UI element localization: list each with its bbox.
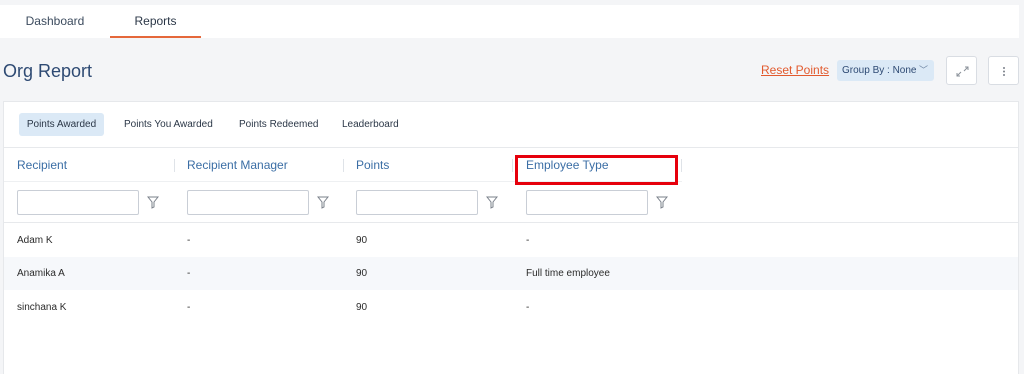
group-by-label: Group By : None: [842, 65, 917, 76]
more-options-button[interactable]: [988, 56, 1019, 85]
filter-icon[interactable]: [656, 196, 668, 209]
points-filter-input[interactable]: [356, 190, 478, 215]
expand-button[interactable]: [946, 56, 977, 85]
kebab-menu-icon: [1003, 67, 1005, 76]
subtab-leaderboard[interactable]: Leaderboard: [342, 113, 399, 136]
column-header-recipient[interactable]: Recipient: [17, 158, 67, 172]
column-divider: [174, 159, 175, 172]
filter-icon[interactable]: [486, 196, 498, 209]
filter-row-divider: [4, 222, 1018, 223]
top-navigation: Dashboard Reports: [0, 5, 1019, 38]
manager-cell: -: [187, 268, 191, 279]
employee-type-filter-input[interactable]: [526, 190, 648, 215]
highlight-box: [515, 155, 678, 185]
report-panel: Points Awarded Points You Awarded Points…: [3, 101, 1019, 374]
table-row[interactable]: Adam K - 90 -: [4, 224, 1018, 257]
recipient-cell: Adam K: [17, 235, 53, 246]
column-divider: [343, 159, 344, 172]
report-subtabs: Points Awarded Points You Awarded Points…: [4, 102, 1018, 148]
page-title: Org Report: [3, 61, 93, 81]
tab-reports[interactable]: Reports: [110, 5, 201, 38]
reset-points-link[interactable]: Reset Points: [761, 63, 829, 77]
recipient-manager-filter-input[interactable]: [187, 190, 309, 215]
points-cell: 90: [356, 235, 368, 246]
recipient-filter-input[interactable]: [17, 190, 139, 215]
employee-type-cell: Full time employee: [526, 268, 610, 279]
recipient-cell: Anamika A: [17, 268, 65, 279]
points-cell: 90: [356, 302, 368, 313]
column-divider: [681, 159, 682, 172]
table-row[interactable]: sinchana K - 90 -: [4, 291, 1018, 324]
column-header-recipient-manager[interactable]: Recipient Manager: [187, 158, 288, 172]
employee-type-cell: -: [526, 302, 530, 313]
column-divider: [512, 159, 513, 172]
table-row[interactable]: Anamika A - 90 Full time employee: [4, 257, 1018, 290]
manager-cell: -: [187, 235, 191, 246]
filter-icon[interactable]: [147, 196, 159, 209]
tab-dashboard[interactable]: Dashboard: [4, 5, 106, 38]
subtab-points-you-awarded[interactable]: Points You Awarded: [124, 113, 213, 136]
filter-icon[interactable]: [317, 196, 329, 209]
manager-cell: -: [187, 302, 191, 313]
subtab-points-awarded[interactable]: Points Awarded: [19, 113, 104, 136]
group-by-dropdown[interactable]: Group By : None ﹀: [837, 60, 934, 81]
column-header-points[interactable]: Points: [356, 158, 389, 172]
chevron-down-icon: ﹀: [918, 65, 928, 75]
expand-icon: [956, 66, 969, 77]
employee-type-cell: -: [526, 235, 530, 246]
recipient-cell: sinchana K: [17, 302, 67, 313]
subtab-points-redeemed[interactable]: Points Redeemed: [239, 113, 319, 136]
points-cell: 90: [356, 268, 368, 279]
